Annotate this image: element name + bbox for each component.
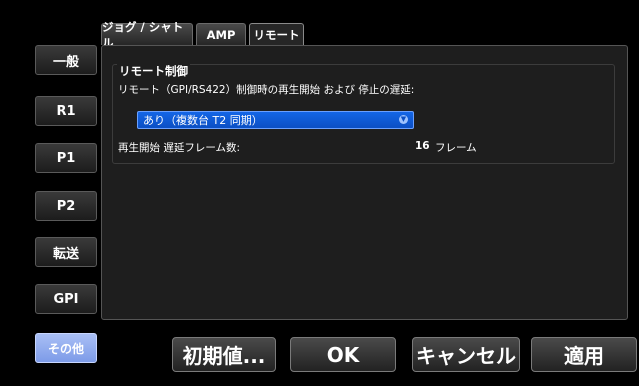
tab-amp[interactable]: AMP <box>196 23 246 45</box>
sidebar-item-other[interactable]: その他 <box>35 333 97 363</box>
tab-jog-shuttle[interactable]: ジョグ / シャトル <box>101 20 193 50</box>
sidebar-item-gpi[interactable]: GPI <box>35 284 97 314</box>
tab-remote[interactable]: リモート <box>249 23 304 46</box>
delay-frames-value[interactable]: 16 <box>415 140 430 152</box>
sync-mode-dropdown[interactable]: あり（複数台 T2 同期） ▼ <box>137 111 414 129</box>
sidebar-item-transfer[interactable]: 転送 <box>35 237 97 267</box>
sync-mode-selected: あり（複数台 T2 同期） <box>143 114 263 127</box>
ok-button[interactable]: OK <box>290 337 396 372</box>
sidebar-item-r1[interactable]: R1 <box>35 96 97 126</box>
delay-frames-unit: フレーム <box>435 142 477 154</box>
sidebar-item-p1[interactable]: P1 <box>35 143 97 173</box>
sidebar-item-general[interactable]: 一般 <box>35 45 97 75</box>
settings-dialog: 一般 R1 P1 P2 転送 GPI その他 ジョグ / シャトル AMP リモ… <box>0 0 639 386</box>
cancel-button[interactable]: キャンセル <box>412 337 520 372</box>
group-title: リモート制御 <box>117 63 190 79</box>
delay-description-label: リモート（GPI/RS422）制御時の再生開始 および 停止の遅延: <box>118 84 415 96</box>
apply-button[interactable]: 適用 <box>531 337 637 372</box>
delay-frames-label: 再生開始 遅延フレーム数: <box>118 142 241 154</box>
defaults-button[interactable]: 初期値... <box>172 337 276 372</box>
chevron-down-icon: ▼ <box>399 115 408 124</box>
sidebar-item-p2[interactable]: P2 <box>35 191 97 221</box>
